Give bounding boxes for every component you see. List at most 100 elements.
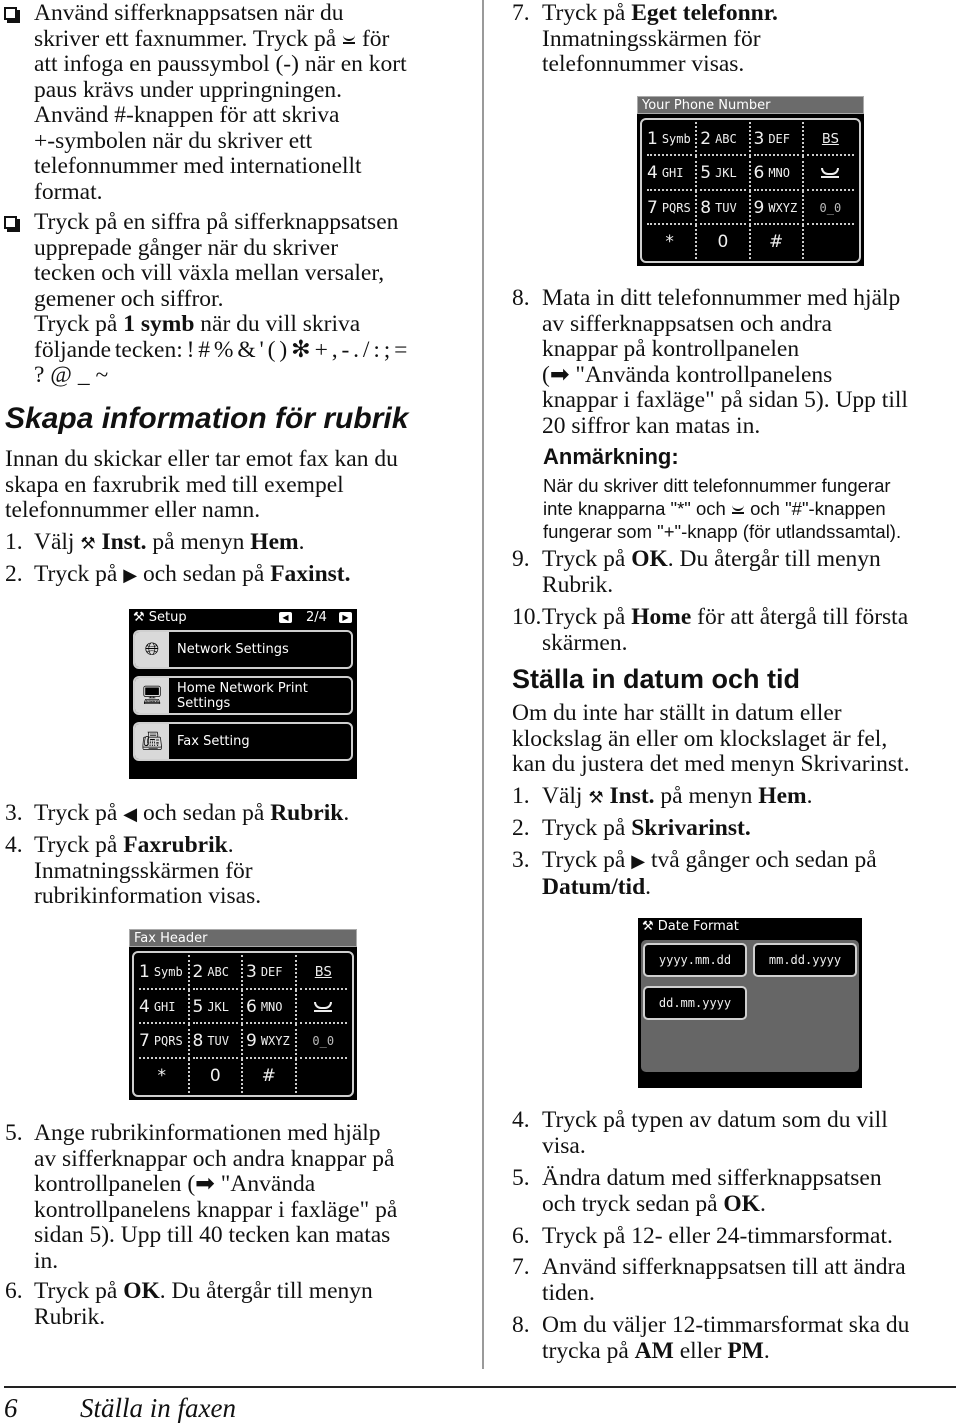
key-digit: 2 [700, 129, 712, 150]
key-digit: 9 [753, 197, 765, 218]
key-letters: ABC [207, 965, 230, 980]
checkbox-bullet-icon [4, 213, 23, 232]
keypad-key-6[interactable]: 6 MNO [751, 156, 804, 191]
checkbox-bullet-icon [4, 4, 23, 23]
keypad-key-3[interactable]: 3 DEF [243, 955, 297, 990]
keypad-key-pause[interactable] [804, 156, 857, 191]
monitor-icon: 🖥︎ [135, 678, 169, 713]
keypad-key-empty[interactable] [804, 225, 857, 259]
key-letters: Symb [153, 965, 183, 980]
keypad-key-4[interactable]: 4 GHI [136, 989, 190, 1024]
keypad-key-hash[interactable]: # [243, 1058, 297, 1093]
menu-item-fax-setting[interactable]: 📠︎ Fax Setting [133, 722, 353, 761]
text-line: skriver ett faxnummer. Tryck på för [34, 25, 390, 52]
chapter-title: Ställa in faxen [80, 1393, 236, 1423]
key-label: # [261, 1065, 276, 1086]
page-next-button[interactable]: ▶ [339, 612, 352, 623]
text-line: Tryck på en siffra på sifferknappsatsen [34, 209, 399, 235]
step-item: 2. Tryck på Skrivarinst. [512, 815, 751, 841]
pause-icon [342, 34, 356, 44]
keypad-key-0[interactable]: 0 [697, 224, 751, 259]
keypad-key-star[interactable]: * [136, 1058, 190, 1093]
keypad-key-5[interactable]: 5 JKL [190, 989, 243, 1024]
text-line: gemener och siffror. [34, 285, 224, 312]
page-prev-button[interactable]: ◀ [279, 612, 292, 623]
key-letters: TUV [207, 1034, 230, 1049]
keypad-key-pause[interactable] [297, 990, 351, 1025]
step-item: 4. Tryck på Faxrubrik. Inmatningsskärmen… [5, 832, 262, 909]
keypad-key-space[interactable]: 0_0 [804, 191, 857, 226]
key-digit: 2 [192, 962, 204, 983]
screen-title: Date Format [657, 919, 739, 934]
text-line: telefonnummer med internationellt [34, 153, 362, 179]
text-line: att infoga en paussymbol (-) när en kort [34, 51, 407, 77]
intro-paragraph: Om du inte har ställt in datum eller klo… [512, 700, 910, 777]
keypad-key-3[interactable]: 3 DEF [751, 122, 804, 157]
key-letters: WXYZ [260, 1034, 290, 1049]
text-line: format. [34, 178, 103, 205]
keypad-key-empty[interactable] [297, 1059, 351, 1094]
keypad-key-backspace[interactable]: BS [804, 122, 857, 157]
date-option-dd-mm-yyyy[interactable]: dd.mm.yyyy [643, 986, 747, 1020]
step-item: 1. Välj ⚒ Inst. på menyn Hem. [5, 529, 305, 555]
page-number: 6 [4, 1393, 18, 1423]
keypad-key-hash[interactable]: # [751, 224, 804, 259]
step-item: 3. Tryck på ◀ och sedan på Rubrik. [5, 800, 350, 826]
text-line: +-symbolen när du skriver ett [34, 127, 313, 154]
keypad-key-star[interactable]: * [644, 224, 698, 259]
step-item: 6. Tryck på 12- eller 24-timmarsformat. [512, 1223, 893, 1249]
step-item: 8. Om du väljer 12-timmarsformat ska du … [512, 1312, 910, 1364]
step-item: 8. Mata in ditt telefonnummer med hjälp … [512, 285, 908, 439]
key-letters: GHI [153, 999, 176, 1014]
keypad-key-4[interactable]: 4 GHI [644, 156, 698, 191]
keypad-key-9[interactable]: 9 WXYZ [243, 1024, 297, 1059]
key-digit: 3 [246, 962, 257, 983]
key-digit: 7 [647, 197, 658, 218]
key-digit: 4 [139, 996, 150, 1017]
keypad-key-2[interactable]: 2 ABC [190, 955, 243, 990]
key-digit: 4 [647, 163, 658, 184]
keypad-key-7[interactable]: 7 PQRS [644, 190, 698, 226]
keypad-key-1[interactable]: 1 Symb [136, 955, 190, 990]
keypad-key-1[interactable]: 1 Symb [644, 122, 698, 157]
pause-icon [731, 504, 745, 514]
step-number: 1. [512, 783, 530, 809]
menu-item-network-settings[interactable]: 🌐︎ Network Settings [133, 630, 353, 669]
key-label: * [665, 231, 674, 252]
text-line: ? @ _ ~ [34, 362, 109, 388]
keypad-key-space[interactable]: 0_0 [297, 1024, 351, 1059]
intro-paragraph: Innan du skickar eller tar emot fax kan … [5, 446, 475, 524]
step-item: 9. Tryck på OK. Du återgår till menyn Ru… [512, 546, 881, 598]
date-option-yyyy-mm-dd[interactable]: yyyy.mm.dd [643, 943, 747, 977]
keypad-key-backspace[interactable]: BS [297, 955, 351, 990]
key-letters: WXYZ [768, 200, 798, 215]
step-number: 9. [512, 546, 530, 572]
keypad-key-7[interactable]: 7 PQRS [136, 1024, 190, 1059]
step-number: 6. [5, 1278, 23, 1304]
key-letters: JKL [207, 999, 230, 1014]
date-option-mm-dd-yyyy[interactable]: mm.dd.yyyy [753, 943, 857, 977]
key-letters: PQRS [661, 200, 691, 215]
step-number: 6. [512, 1223, 530, 1249]
key-letters: GHI [661, 166, 684, 181]
step-number: 7. [512, 0, 530, 26]
fax-header-screen: Fax Header 1 Symb 2 ABC 3 DEF BS 4 GHI 5 JKL 6 MNO 7 P… [129, 929, 357, 1100]
keypad-key-8[interactable]: 8 TUV [190, 1024, 243, 1059]
screen-titlebar: ⚒ Setup ◀ 2/4 ▶ [129, 609, 357, 629]
key-digit: 8 [700, 197, 712, 218]
key-letters: MNO [260, 999, 283, 1014]
keypad-key-0[interactable]: 0 [190, 1058, 243, 1093]
step-number: 4. [5, 832, 23, 858]
key-letters: TUV [715, 200, 737, 215]
keypad-key-8[interactable]: 8 TUV [697, 190, 751, 226]
menu-item-home-network-print[interactable]: 🖥︎ Home Network Print Settings [133, 676, 353, 715]
keypad-key-6[interactable]: 6 MNO [243, 989, 297, 1024]
text-line: skapa en faxrubrik med till exempel [5, 471, 344, 498]
step-number: 8. [512, 1312, 530, 1338]
keypad-key-5[interactable]: 5 JKL [697, 156, 751, 191]
keypad: 1 Symb 2 ABC 3 DEF BS 4 GHI 5 JKL 6 MNO 7 PQRS 8 TUV 9 WXY… [640, 118, 861, 263]
keypad-key-2[interactable]: 2 ABC [697, 122, 751, 157]
key-digit: 1 [647, 129, 658, 150]
globe-icon: 🌐︎ [135, 632, 169, 667]
keypad-key-9[interactable]: 9 WXYZ [751, 190, 804, 226]
